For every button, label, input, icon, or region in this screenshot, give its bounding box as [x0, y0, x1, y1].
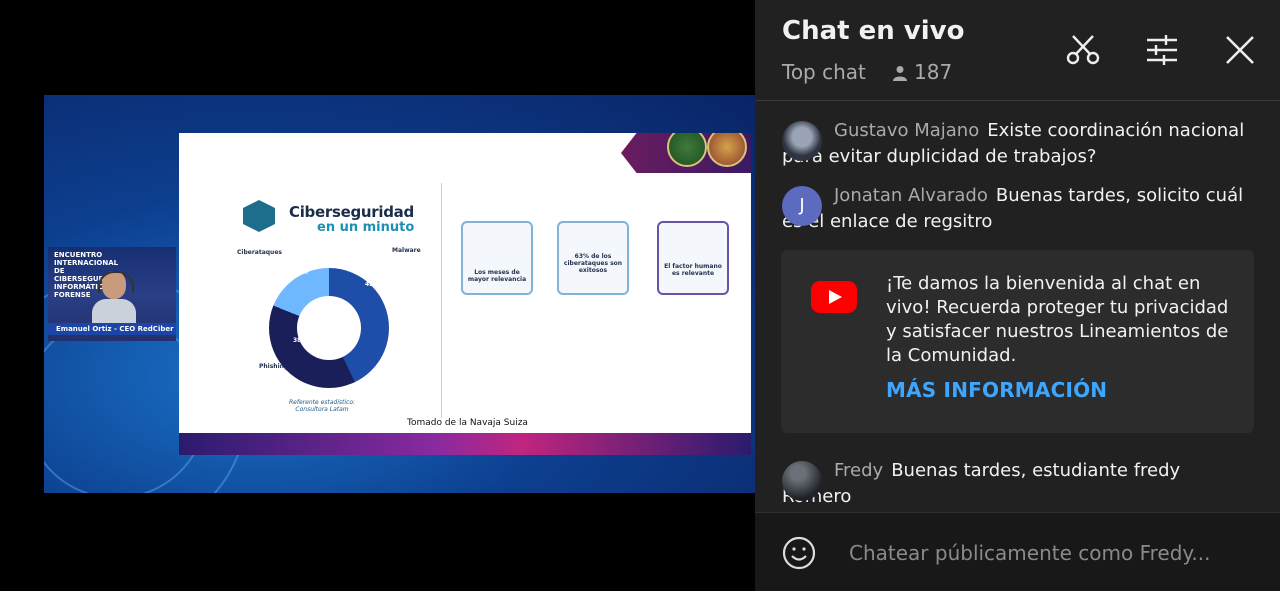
slide-caption: Tomado de la Navaja Suiza — [407, 418, 528, 428]
card-text: El factor humano es relevante — [664, 263, 722, 277]
label-cyberattacks: Ciberataques — [237, 249, 282, 256]
emoji-icon[interactable] — [782, 536, 816, 570]
avatar-letter: J — [799, 195, 805, 216]
avatar[interactable] — [782, 121, 822, 161]
chat-title: Chat en vivo — [782, 16, 965, 46]
speaker — [92, 265, 136, 329]
viewer-count-value: 187 — [914, 60, 953, 84]
sliders-icon[interactable] — [1142, 30, 1182, 70]
seal-icon — [707, 133, 747, 167]
welcome-card: ¡Te damos la bienvenida al chat en vivo!… — [781, 250, 1254, 433]
chat-message: J Jonatan Alvarado Buenas tardes, solicit… — [782, 183, 1252, 235]
slide-divider — [441, 183, 442, 418]
webcam-overlay: ENCUENTRO INTERNACIONAL DE CIBERSEGURIDA… — [48, 247, 176, 341]
scissors-icon[interactable] — [1063, 30, 1103, 70]
chat-author[interactable]: Jonatan Alvarado — [834, 185, 988, 206]
source-line: Referente estadístico: — [289, 399, 356, 406]
stat-card: Los meses de mayor relevancia — [461, 221, 533, 295]
slide-subtitle: en un minuto — [317, 220, 415, 235]
source-line: Consultora Latam — [295, 406, 349, 413]
chat-input[interactable] — [847, 537, 1261, 569]
more-info-link[interactable]: MÁS INFORMACIÓN — [886, 378, 1107, 402]
chat-message: Fredy Buenas tardes, estudiante fredy Rom… — [782, 458, 1252, 510]
video-player[interactable]: Ciberseguridad en un minuto Ciberataques… — [44, 95, 755, 493]
youtube-icon — [811, 281, 857, 313]
card-text: Los meses de mayor relevancia — [467, 269, 527, 283]
slide-header-banner — [621, 133, 751, 173]
person-icon — [892, 62, 908, 86]
chat-input-bar — [755, 512, 1280, 591]
presentation-slide: Ciberseguridad en un minuto Ciberataques… — [179, 133, 751, 455]
chat-author[interactable]: Fredy — [834, 460, 883, 481]
label-malware: Malware — [392, 247, 421, 254]
seal-icon — [667, 133, 707, 167]
chat-header: Chat en vivo Top chat 187 — [755, 0, 1280, 101]
clock-icon — [243, 200, 275, 232]
chat-author[interactable]: Gustavo Majano — [834, 120, 979, 141]
welcome-text: ¡Te damos la bienvenida al chat en vivo!… — [886, 273, 1229, 366]
donut-center — [297, 296, 361, 360]
close-icon[interactable] — [1220, 30, 1260, 70]
live-chat-panel: Chat en vivo Top chat 187 Gustavo Majano… — [755, 0, 1280, 591]
viewer-count: 187 — [892, 60, 952, 86]
slide-source: Referente estadístico: Consultora Latam — [289, 399, 355, 413]
avatar[interactable]: J — [782, 186, 822, 226]
stat-card: El factor humano es relevante — [657, 221, 729, 295]
chat-mode-selector[interactable]: Top chat — [782, 60, 866, 84]
stat-card: 63% de los ciberataques son exitosos — [557, 221, 629, 295]
chat-message: Gustavo Majano Existe coordinación nacion… — [782, 118, 1252, 170]
percent-label: 18.6% — [287, 269, 308, 276]
slide-footer-bar — [179, 433, 751, 455]
avatar[interactable] — [782, 461, 822, 501]
percent-label: 38.2% — [293, 337, 314, 344]
speaker-name-label: Emanuel Ortiz - CEO RedCiber ... — [48, 323, 176, 335]
percent-label: 42.9% — [365, 281, 386, 288]
headset-icon — [98, 271, 134, 293]
slide-title: Ciberseguridad — [289, 203, 414, 221]
card-text: 63% de los ciberataques son exitosos — [563, 253, 623, 274]
